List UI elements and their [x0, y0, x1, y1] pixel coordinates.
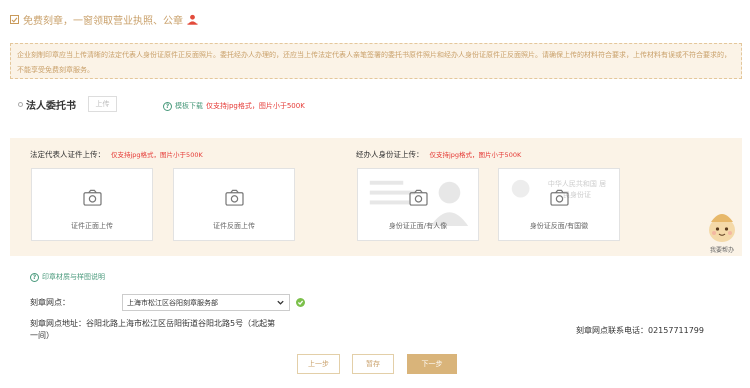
chevron-down-icon: [277, 300, 284, 305]
legal-rep-back-label: 证件反面上传: [213, 222, 255, 230]
agent-hint: 仅支持jpg格式，图片小于500K: [429, 151, 522, 159]
notice-box: 企业刻制印章应当上传清晰的法定代表人身份证原件正反面照片。委托经办人办理的，还应…: [10, 43, 742, 79]
save-draft-button[interactable]: 暂存: [352, 354, 394, 374]
seal-site-address: 刻章网点地址：谷阳北路上海市松江区岳阳街道谷阳北路5号（北起第一间）: [30, 319, 276, 340]
seal-site-select[interactable]: 上海市松江区谷阳刻章服务部: [122, 294, 290, 311]
agent-back-label: 身份证反面/有国徽: [529, 222, 589, 230]
agent-back-upload[interactable]: 中华人民共和国 居民身份证 身份证反面/有国徽: [498, 168, 620, 241]
legal-rep-heading-text: 法定代表人证件上传：: [30, 150, 105, 159]
template-download-label[interactable]: 模板下载: [175, 101, 203, 111]
help-icon: ?: [30, 272, 39, 282]
authorization-row: 法人委托书 上传: [18, 96, 117, 112]
agent-heading-text: 经办人身份证上传：: [356, 150, 424, 159]
check-circle-icon: [296, 298, 305, 307]
help-assistant-label: 我要帮办: [709, 247, 734, 254]
seal-material-link[interactable]: ? 印章材质与样图说明: [30, 272, 105, 282]
agent-front-upload[interactable]: 身份证正面/有人像: [357, 168, 479, 241]
legal-rep-back-upload[interactable]: 证件反面上传: [173, 168, 295, 241]
notice-text: 企业刻制印章应当上传清晰的法定代表人身份证原件正反面照片。委托经办人办理的，还应…: [17, 51, 731, 74]
agent-heading: 经办人身份证上传： 仅支持jpg格式，图片小于500K: [356, 149, 521, 160]
next-step-button[interactable]: 下一步: [407, 354, 457, 374]
free-seal-checkbox[interactable]: [10, 15, 19, 24]
free-seal-label: 免费刻章，一窗领取营业执照、公章: [23, 16, 183, 27]
mascot-icon: [709, 214, 735, 242]
template-download-link[interactable]: ? 模板下载 仅支持jpg格式，图片小于500K: [163, 101, 305, 111]
legal-rep-front-label: 证件正面上传: [71, 222, 113, 230]
checkmark-icon: [11, 17, 18, 23]
bullet-icon: [18, 101, 23, 107]
camera-icon: [549, 189, 569, 206]
legal-rep-heading: 法定代表人证件上传： 仅支持jpg格式，图片小于500K: [30, 149, 203, 160]
template-hint: 仅支持jpg格式，图片小于500K: [206, 102, 305, 110]
seal-site-selected: 上海市松江区谷阳刻章服务部: [127, 298, 218, 307]
id-upload-panel: 法定代表人证件上传： 仅支持jpg格式，图片小于500K 经办人身份证上传： 仅支持…: [10, 138, 742, 256]
seal-site-contact: 刻章网点联系电话：02157711799: [576, 326, 704, 335]
person-icon: [187, 14, 198, 25]
help-assistant-button[interactable]: 我要帮办: [706, 208, 738, 256]
agent-front-label: 身份证正面/有人像: [388, 222, 448, 230]
authorization-upload-button[interactable]: 上传: [88, 96, 117, 112]
legal-rep-front-upload[interactable]: 证件正面上传: [31, 168, 153, 241]
free-seal-option[interactable]: 免费刻章，一窗领取营业执照、公章: [10, 12, 198, 27]
authorization-title: 法人委托书: [26, 100, 76, 112]
legal-rep-hint: 仅支持jpg格式，图片小于500K: [111, 151, 203, 159]
help-icon: ?: [163, 101, 172, 111]
prev-step-button[interactable]: 上一步: [297, 354, 340, 374]
seal-site-section: ? 印章材质与样图说明 刻章网点： 上海市松江区谷阳刻章服务部 刻章网点地址：谷…: [10, 262, 742, 344]
camera-icon: [408, 189, 428, 206]
camera-icon: [224, 189, 244, 206]
seal-site-row: 刻章网点： 上海市松江区谷阳刻章服务部: [30, 294, 305, 311]
seal-material-label[interactable]: 印章材质与样图说明: [42, 272, 105, 282]
seal-site-label: 刻章网点：: [30, 298, 70, 307]
camera-icon: [82, 189, 102, 206]
